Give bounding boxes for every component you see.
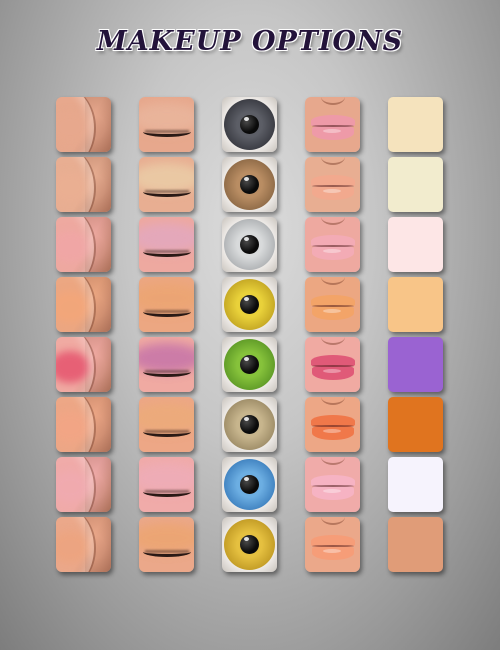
eyelash-shadow [145, 550, 189, 553]
eyelash-shadow [145, 190, 189, 193]
cheek-contour [56, 217, 96, 272]
lips-option-3[interactable] [305, 217, 360, 272]
iris-option-1[interactable] [222, 97, 277, 152]
lips-option-7[interactable] [305, 457, 360, 512]
eyelash-shadow [145, 130, 189, 133]
eyelash-shadow [145, 490, 189, 493]
lip-line [312, 125, 354, 127]
eye-glint [244, 417, 249, 421]
lip-sheen [323, 369, 341, 373]
eyelid-option-4[interactable] [139, 277, 194, 332]
lip-sheen [323, 129, 341, 133]
eyelash-shadow [145, 250, 189, 253]
lip-sheen [323, 549, 341, 553]
pupil [240, 535, 259, 554]
swatch-option-3[interactable] [388, 217, 443, 272]
lip-line [312, 305, 354, 307]
cheek-option-8[interactable] [56, 517, 111, 572]
lip-sheen [323, 249, 341, 253]
eye-glint [244, 357, 249, 361]
lip-line [312, 485, 354, 487]
swatch-option-7[interactable] [388, 457, 443, 512]
iris-option-5[interactable] [222, 337, 277, 392]
eyelid-option-8[interactable] [139, 517, 194, 572]
eyelid-option-2[interactable] [139, 157, 194, 212]
eyelid-option-3[interactable] [139, 217, 194, 272]
eye-glint [244, 237, 249, 241]
swatch-option-6[interactable] [388, 397, 443, 452]
cheek-contour [56, 397, 96, 452]
swatch-option-4[interactable] [388, 277, 443, 332]
eye-glint [244, 177, 249, 181]
swatch-option-8[interactable] [388, 517, 443, 572]
cheek-contour [56, 277, 96, 332]
eyelash-shadow [145, 310, 189, 313]
eyelash-shadow [145, 370, 189, 373]
lip-line [312, 245, 354, 247]
cheek-contour [56, 457, 96, 512]
iris-option-8[interactable] [222, 517, 277, 572]
eyelid-option-7[interactable] [139, 457, 194, 512]
lips-option-4[interactable] [305, 277, 360, 332]
pupil [240, 175, 259, 194]
lips-option-5[interactable] [305, 337, 360, 392]
lip-sheen [323, 189, 341, 193]
pupil [240, 235, 259, 254]
eyelash-shadow [145, 430, 189, 433]
lips-option-8[interactable] [305, 517, 360, 572]
cheek-option-6[interactable] [56, 397, 111, 452]
lip-sheen [323, 309, 341, 313]
cheek-contour [56, 337, 96, 392]
cheek-option-1[interactable] [56, 97, 111, 152]
iris-option-4[interactable] [222, 277, 277, 332]
cheek-contour [56, 157, 96, 212]
cheek-option-5[interactable] [56, 337, 111, 392]
iris-option-7[interactable] [222, 457, 277, 512]
eyelid-option-6[interactable] [139, 397, 194, 452]
lips-option-1[interactable] [305, 97, 360, 152]
pupil [240, 475, 259, 494]
iris-option-6[interactable] [222, 397, 277, 452]
cheek-option-7[interactable] [56, 457, 111, 512]
pupil [240, 115, 259, 134]
iris-option-3[interactable] [222, 217, 277, 272]
cheek-option-2[interactable] [56, 157, 111, 212]
cheek-contour [56, 97, 96, 152]
pupil [240, 355, 259, 374]
page-title: MAKEUP OPTIONS [96, 26, 404, 57]
cheek-contour [56, 517, 96, 572]
eyelid-option-1[interactable] [139, 97, 194, 152]
iris-option-2[interactable] [222, 157, 277, 212]
swatch-option-1[interactable] [388, 97, 443, 152]
lip-sheen [323, 429, 341, 433]
pupil [240, 295, 259, 314]
eye-glint [244, 117, 249, 121]
pupil [240, 415, 259, 434]
cheek-option-4[interactable] [56, 277, 111, 332]
lip-line [312, 365, 354, 367]
swatch-option-2[interactable] [388, 157, 443, 212]
lips-option-6[interactable] [305, 397, 360, 452]
lip-line [312, 185, 354, 187]
lip-line [312, 545, 354, 547]
lip-line [312, 425, 354, 427]
eye-glint [244, 297, 249, 301]
makeup-options-grid [56, 97, 443, 572]
eyelid-option-5[interactable] [139, 337, 194, 392]
eye-glint [244, 477, 249, 481]
lips-option-2[interactable] [305, 157, 360, 212]
eye-glint [244, 537, 249, 541]
swatch-option-5[interactable] [388, 337, 443, 392]
lip-sheen [323, 489, 341, 493]
cheek-option-3[interactable] [56, 217, 111, 272]
